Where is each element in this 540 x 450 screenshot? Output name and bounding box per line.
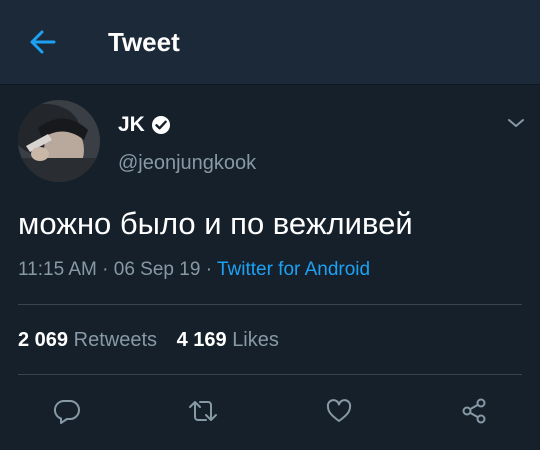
likes-label: Likes <box>232 329 279 351</box>
author-name-row[interactable]: JK <box>118 112 171 138</box>
meta-separator: · <box>205 259 213 280</box>
back-button[interactable] <box>22 26 62 58</box>
retweets-count: 2 069 <box>18 329 69 351</box>
retweets-stat[interactable]: 2 069 Retweets <box>18 329 163 351</box>
verified-badge-icon <box>151 115 171 135</box>
reply-icon <box>53 399 80 424</box>
top-app-bar: Tweet <box>0 0 540 85</box>
retweets-label: Retweets <box>73 329 157 351</box>
like-icon <box>326 399 352 422</box>
retweet-icon <box>189 401 217 421</box>
divider <box>18 304 522 305</box>
tweet-source-link[interactable]: Twitter for Android <box>217 259 370 280</box>
tweet-time: 11:15 AM <box>18 259 97 280</box>
tweet-date: 06 Sep 19 <box>113 259 201 280</box>
likes-stat[interactable]: 4 169 Likes <box>177 329 279 351</box>
tweet-stats: 2 069 Retweets 4 169 Likes <box>18 327 279 353</box>
retweet-button[interactable] <box>186 394 220 428</box>
avatar-image <box>18 100 100 182</box>
divider <box>18 374 522 375</box>
more-options-button[interactable] <box>505 114 527 132</box>
author-display-name[interactable]: JK <box>118 112 145 138</box>
tweet-meta: 11:15 AM · 06 Sep 19 · Twitter for Andro… <box>18 257 370 283</box>
share-icon <box>462 398 486 424</box>
share-button[interactable] <box>457 394 491 428</box>
tweet-text: можно было и по вежливей <box>18 206 413 241</box>
author-handle[interactable]: @jeonjungkook <box>118 150 256 176</box>
avatar[interactable] <box>18 100 100 182</box>
like-button[interactable] <box>322 394 356 428</box>
meta-separator: · <box>102 259 109 280</box>
page-title: Tweet <box>108 27 180 57</box>
arrow-left-icon <box>30 30 56 54</box>
chevron-down-icon <box>508 119 524 127</box>
reply-button[interactable] <box>50 394 84 428</box>
likes-count: 4 169 <box>176 329 227 351</box>
